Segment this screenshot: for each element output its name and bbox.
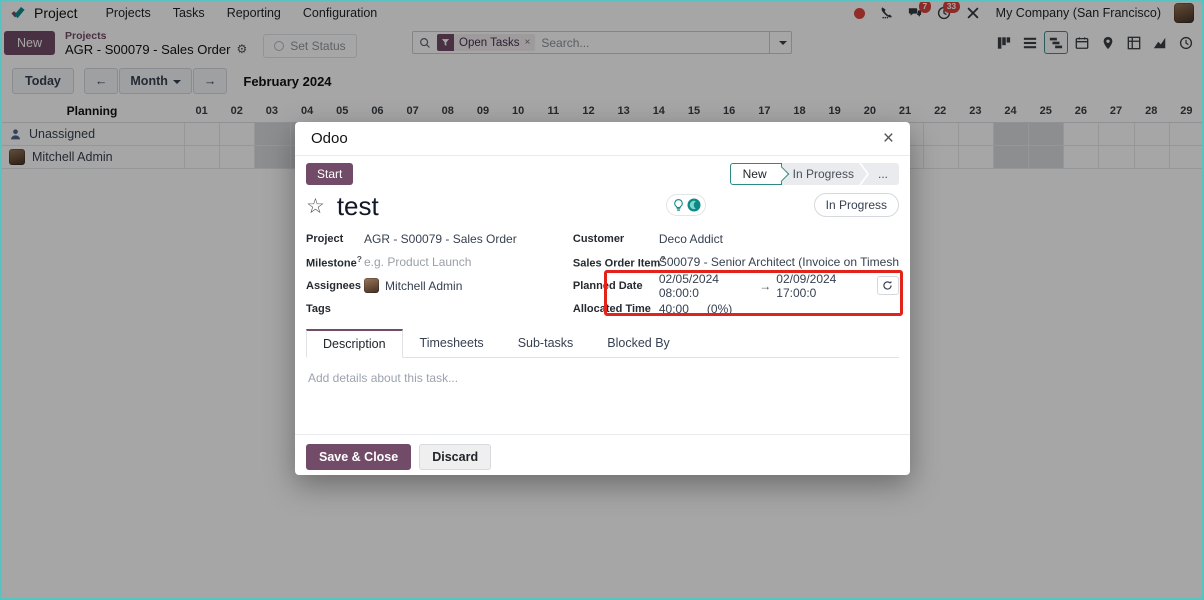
tab-blocked-by[interactable]: Blocked By [590,329,687,357]
customer-field[interactable]: Deco Addict [659,232,723,246]
sales-order-item-label: Sales Order Item? [573,254,659,270]
lightbulb-icon [673,199,684,212]
customer-label: Customer [573,233,659,245]
milestone-field[interactable]: e.g. Product Launch [364,255,471,269]
stage-statusbar: NewIn Progress... [730,163,899,185]
assignees-field[interactable]: Mitchell Admin [364,278,462,293]
favorite-star-icon[interactable]: ☆ [306,194,325,219]
notebook-tabs: DescriptionTimesheetsSub-tasksBlocked By [306,329,899,358]
sales-order-item-field[interactable]: S00079 - Senior Architect (Invoice on Ti… [659,255,899,269]
discard-button[interactable]: Discard [419,444,491,470]
field-grid: Project AGR - S00079 - Sales Order Miles… [306,227,899,321]
task-dialog: Odoo × Start NewIn Progress... ☆ test [295,122,910,475]
project-field[interactable]: AGR - S00079 - Sales Order [364,232,517,246]
tab-timesheets[interactable]: Timesheets [403,329,501,357]
help-icon: ? [357,254,362,264]
tags-label: Tags [306,303,364,315]
assignee-avatar [364,278,379,293]
kanban-state-button[interactable]: In Progress [814,193,899,217]
moon-state-icon [687,198,701,212]
allocated-time-label: Allocated Time [573,303,659,315]
task-title-input[interactable]: test [337,191,379,222]
close-icon[interactable]: × [883,129,894,148]
tab-sub-tasks[interactable]: Sub-tasks [501,329,591,357]
project-label: Project [306,233,364,245]
tab-description[interactable]: Description [306,329,403,358]
refresh-icon[interactable] [877,276,899,295]
planned-date-label: Planned Date [573,280,659,292]
dialog-title: Odoo [311,130,348,147]
task-state-widget[interactable] [666,194,706,216]
milestone-label: Milestone? [306,254,364,270]
date-range-arrow-icon: → [759,279,771,293]
stage-in-progress[interactable]: In Progress [776,163,867,185]
stage-new[interactable]: New [730,163,782,185]
app-window: Project ProjectsTasksReportingConfigurat… [0,0,1204,600]
allocated-time-field[interactable]: 40:00 [659,302,689,316]
planned-date-start-input[interactable]: 02/05/2024 08:00:0 [659,272,754,300]
start-button[interactable]: Start [306,163,353,185]
assignees-label: Assignees [306,280,364,292]
allocated-time-percent: (0%) [707,302,732,316]
description-editor[interactable]: Add details about this task... [306,358,899,434]
planned-date-end-input[interactable]: 02/09/2024 17:00:0 [776,272,871,300]
save-close-button[interactable]: Save & Close [306,444,411,470]
